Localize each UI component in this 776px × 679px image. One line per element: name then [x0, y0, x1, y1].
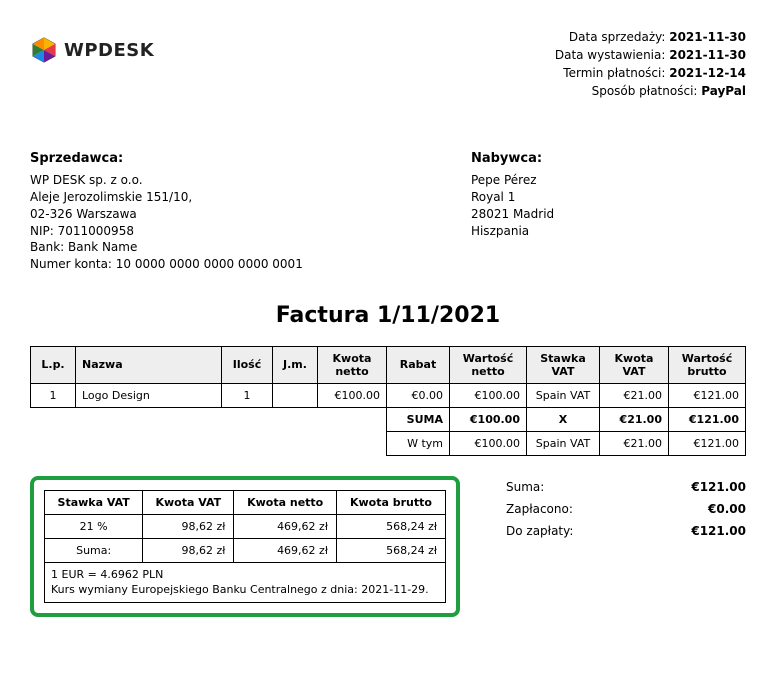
totals-block: Suma: €121.00 Zapłacono: €0.00 Do zapłaty:… [506, 476, 746, 542]
totals-sum-label: Suma: [506, 480, 544, 494]
buyer-country: Hiszpania [471, 223, 554, 240]
logo: WPDESK [30, 36, 154, 64]
col-qty: Ilość [222, 346, 273, 383]
seller-heading: Sprzedawca: [30, 150, 431, 168]
payment-method: PayPal [701, 84, 746, 98]
sale-date: 2021-11-30 [669, 30, 746, 44]
issue-date-label: Data wystawienia: [555, 48, 666, 62]
sale-date-label: Data sprzedaży: [569, 30, 666, 44]
invoice-title: Factura 1/11/2021 [30, 303, 746, 328]
col-vat: Kwota VAT [600, 346, 669, 383]
seller-name: WP DESK sp. z o.o. [30, 172, 431, 189]
seller-address2: 02-326 Warszawa [30, 206, 431, 223]
col-lp: L.p. [31, 346, 76, 383]
vat-summary-box: Stawka VAT Kwota VAT Kwota netto Kwota b… [30, 476, 460, 617]
exchange-rate-note: 1 EUR = 4.6962 PLN Kurs wymiany Europejs… [44, 563, 446, 603]
col-name: Nazwa [76, 346, 222, 383]
col-discount: Rabat [387, 346, 450, 383]
payment-method-label: Sposób płatności: [592, 84, 698, 98]
buyer-heading: Nabywca: [471, 150, 554, 168]
logo-text: WPDESK [64, 40, 154, 61]
col-unit: J.m. [273, 346, 318, 383]
col-net: Kwota netto [318, 346, 387, 383]
buyer-name: Pepe Pérez [471, 172, 554, 189]
due-date-label: Termin płatności: [563, 66, 665, 80]
totals-due-label: Do zapłaty: [506, 524, 573, 538]
col-vatrate: Stawka VAT [527, 346, 600, 383]
table-row: 1 Logo Design 1 €100.00 €0.00 €100.00 Sp… [31, 383, 746, 407]
seller-block: Sprzedawca: WP DESK sp. z o.o. Aleje Jer… [30, 150, 431, 273]
wpdesk-logo-icon [30, 36, 58, 64]
vat-row: Suma: 98,62 zł 469,62 zł 568,24 zł [45, 538, 446, 562]
buyer-address1: Royal 1 [471, 189, 554, 206]
seller-nip: NIP: 7011000958 [30, 223, 431, 240]
vat-row: 21 % 98,62 zł 469,62 zł 568,24 zł [45, 514, 446, 538]
invoice-meta: Data sprzedaży: 2021-11-30 Data wystawie… [555, 28, 746, 100]
buyer-address2: 28021 Madrid [471, 206, 554, 223]
col-netvalue: Wartość netto [450, 346, 527, 383]
totals-paid-label: Zapłacono: [506, 502, 573, 516]
seller-address1: Aleje Jerozolimskie 151/10, [30, 189, 431, 206]
buyer-block: Nabywca: Pepe Pérez Royal 1 28021 Madrid… [471, 150, 554, 273]
totals-sum: €121.00 [691, 480, 746, 494]
seller-bank: Bank: Bank Name [30, 239, 431, 256]
incl-row: W tym €100.00 Spain VAT €21.00 €121.00 [31, 431, 746, 455]
due-date: 2021-12-14 [669, 66, 746, 80]
seller-account: Numer konta: 10 0000 0000 0000 0000 0001 [30, 256, 431, 273]
vat-table: Stawka VAT Kwota VAT Kwota netto Kwota b… [44, 490, 446, 563]
issue-date: 2021-11-30 [669, 48, 746, 62]
col-gross: Wartość brutto [669, 346, 746, 383]
items-table: L.p. Nazwa Ilość J.m. Kwota netto Rabat … [30, 346, 746, 456]
sum-row: SUMA €100.00 X €21.00 €121.00 [31, 407, 746, 431]
totals-paid: €0.00 [708, 502, 746, 516]
totals-due: €121.00 [691, 524, 746, 538]
